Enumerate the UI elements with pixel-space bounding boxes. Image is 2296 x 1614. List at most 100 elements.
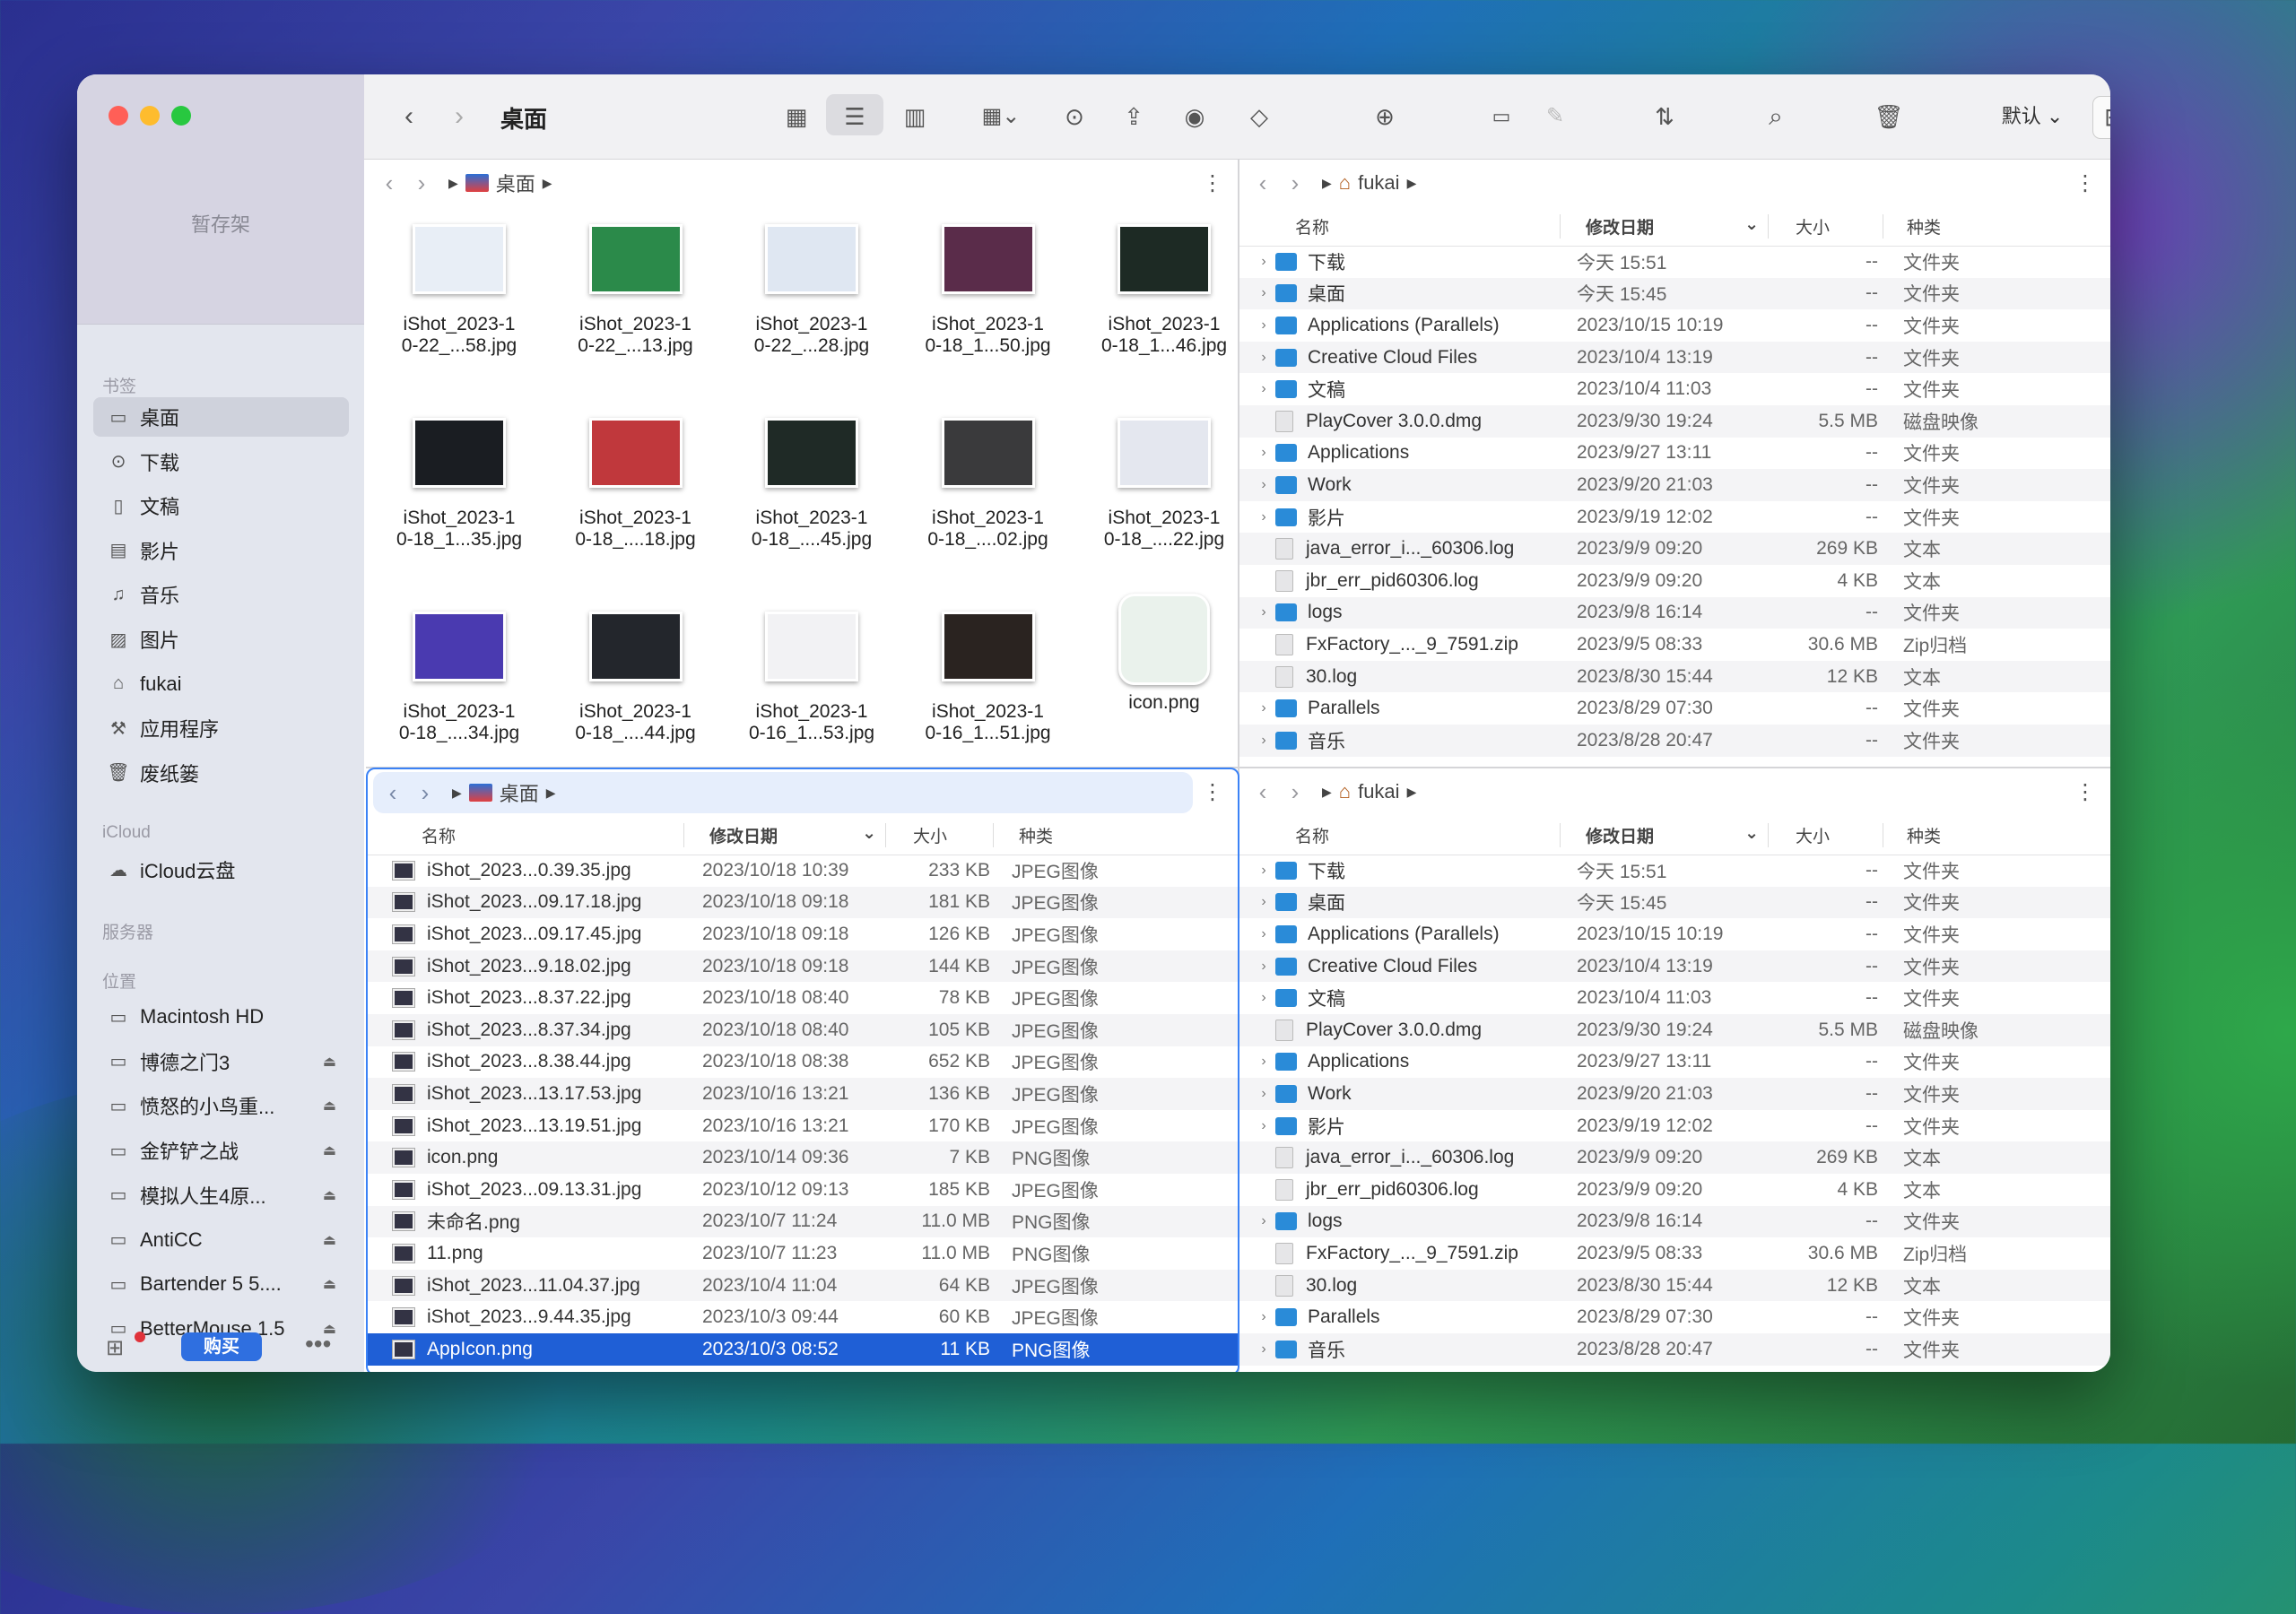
eject-icon[interactable]: ⏏ bbox=[323, 1275, 336, 1293]
table-row[interactable]: iShot_2023...11.04.37.jpg 2023/10/4 11:04… bbox=[366, 1269, 1238, 1302]
grid-file-item[interactable]: iShot_2023-1 0-22_...13.jpg bbox=[548, 224, 724, 357]
col-size[interactable]: 大小 bbox=[1769, 822, 1883, 847]
disclosure-icon[interactable]: › bbox=[1252, 1118, 1275, 1134]
pathbar-forward-icon[interactable]: › bbox=[1279, 169, 1311, 197]
eject-icon[interactable]: ⏏ bbox=[323, 1097, 336, 1115]
disclosure-icon[interactable]: › bbox=[1252, 959, 1275, 975]
group-icon[interactable]: ▦⌄ bbox=[974, 100, 1028, 134]
table-row[interactable]: › 音乐 2023/8/28 20:47 -- 文件夹 bbox=[1239, 725, 2110, 757]
close-button[interactable] bbox=[109, 106, 128, 126]
table-row[interactable]: › Parallels 2023/8/29 07:30 -- 文件夹 bbox=[1239, 1301, 2110, 1333]
table-row[interactable]: jbr_err_pid60306.log 2023/9/9 09:20 4 KB 文本 bbox=[1239, 1174, 2110, 1206]
network-icon[interactable]: ⊕ bbox=[1367, 100, 1403, 134]
table-row[interactable]: › 影片 2023/9/19 12:02 -- 文件夹 bbox=[1239, 501, 2110, 534]
disclosure-icon[interactable]: › bbox=[1252, 1341, 1275, 1358]
pathbar-label[interactable]: 桌面 bbox=[500, 778, 539, 807]
table-row[interactable]: › Work 2023/9/20 21:03 -- 文件夹 bbox=[1239, 1078, 2110, 1110]
table-row[interactable]: › 下载 今天 15:51 -- 文件夹 bbox=[1239, 855, 2110, 887]
col-size[interactable]: 大小 bbox=[1769, 213, 1883, 239]
disclosure-icon[interactable]: › bbox=[1252, 733, 1275, 749]
default-menu[interactable]: 默认 ⌄ bbox=[1996, 100, 2068, 134]
grid-icon[interactable]: ⊞ bbox=[106, 1335, 124, 1361]
table-row[interactable]: › logs 2023/9/8 16:14 -- 文件夹 bbox=[1239, 596, 2110, 629]
layout-button[interactable]: ⊞ ⇕ bbox=[2092, 96, 2110, 139]
pane-more-icon[interactable]: ⋮ bbox=[1202, 779, 1223, 805]
table-row[interactable]: AppIcon.png 2023/10/3 08:52 11 KB PNG图像 bbox=[366, 1333, 1238, 1366]
table-row[interactable]: › Applications (Parallels) 2023/10/15 10:1… bbox=[1239, 309, 2110, 342]
col-date[interactable]: 修改日期 ⌄ bbox=[684, 822, 886, 847]
table-row[interactable]: › 桌面 今天 15:45 -- 文件夹 bbox=[1239, 886, 2110, 919]
pathbar-label[interactable]: fukai bbox=[1358, 171, 1399, 195]
pathbar-forward-icon[interactable]: › bbox=[405, 169, 438, 197]
table-row[interactable]: › 桌面 今天 15:45 -- 文件夹 bbox=[1239, 277, 2110, 310]
table-row[interactable]: jbr_err_pid60306.log 2023/9/9 09:20 4 KB 文本 bbox=[1239, 565, 2110, 597]
col-kind[interactable]: 种类 bbox=[994, 823, 1053, 847]
grid-file-item[interactable]: iShot_2023-1 0-18_....44.jpg bbox=[548, 612, 724, 744]
table-row[interactable]: iShot_2023...8.38.44.jpg 2023/10/18 08:38… bbox=[366, 1046, 1238, 1079]
pane-more-icon[interactable]: ⋮ bbox=[2074, 779, 2096, 805]
pathbar-back-icon[interactable]: ‹ bbox=[373, 169, 405, 197]
table-row[interactable]: › Creative Cloud Files 2023/10/4 13:19 -- 文件… bbox=[1239, 950, 2110, 983]
pathbar-label[interactable]: fukai bbox=[1358, 780, 1399, 803]
table-row[interactable]: iShot_2023...8.37.34.jpg 2023/10/18 08:40… bbox=[366, 1014, 1238, 1046]
table-row[interactable]: › 文稿 2023/10/4 11:03 -- 文件夹 bbox=[1239, 982, 2110, 1014]
trash-icon[interactable]: 🗑 bbox=[1871, 100, 1907, 134]
table-row[interactable]: iShot_2023...9.18.02.jpg 2023/10/18 09:18… bbox=[366, 950, 1238, 983]
sidebar-item-2[interactable]: ⊙ 下载 bbox=[93, 442, 349, 482]
table-row[interactable]: iShot_2023...9.44.35.jpg 2023/10/3 09:44 6… bbox=[366, 1301, 1238, 1333]
disclosure-icon[interactable]: › bbox=[1252, 926, 1275, 942]
disclosure-icon[interactable]: › bbox=[1252, 350, 1275, 366]
table-row[interactable]: › logs 2023/9/8 16:14 -- 文件夹 bbox=[1239, 1205, 2110, 1238]
grid-file-item[interactable]: iShot_2023-1 0-22_...58.jpg bbox=[371, 224, 547, 357]
edit-icon[interactable]: ✎ bbox=[1537, 100, 1573, 134]
grid-file-item[interactable]: iShot_2023-1 0-22_...28.jpg bbox=[724, 224, 900, 357]
disclosure-icon[interactable]: › bbox=[1252, 604, 1275, 620]
grid-file-item[interactable]: iShot_2023-1 0-18_1...50.jpg bbox=[900, 224, 1076, 357]
eject-icon[interactable]: ⏏ bbox=[323, 1231, 336, 1249]
table-row[interactable]: › Applications (Parallels) 2023/10/15 10:1… bbox=[1239, 918, 2110, 950]
sidebar-item-icloud[interactable]: ☁ iCloud云盘 bbox=[93, 850, 349, 889]
table-row[interactable]: PlayCover 3.0.0.dmg 2023/9/30 19:24 5.5 MB… bbox=[1239, 1014, 2110, 1046]
col-size[interactable]: 大小 bbox=[886, 822, 994, 847]
icon-view-icon[interactable]: ▦ bbox=[778, 100, 814, 134]
table-row[interactable]: iShot_2023...0.39.35.jpg 2023/10/18 10:39… bbox=[366, 855, 1238, 887]
table-row[interactable]: icon.png 2023/10/14 09:36 7 KB PNG图像 bbox=[366, 1141, 1238, 1174]
grid-file-item[interactable]: iShot_2023-1 0-18_....02.jpg bbox=[900, 418, 1076, 551]
tag-icon[interactable]: ◇ bbox=[1241, 100, 1277, 134]
pathbar-back-icon[interactable]: ‹ bbox=[377, 779, 409, 807]
col-kind[interactable]: 种类 bbox=[1883, 214, 1941, 239]
list-view-icon[interactable]: ☰ bbox=[837, 100, 873, 134]
table-row[interactable]: iShot_2023...13.17.53.jpg 2023/10/16 13:2… bbox=[366, 1078, 1238, 1110]
search-icon[interactable]: ⌕ bbox=[1758, 100, 1794, 134]
col-date[interactable]: 修改日期 ⌄ bbox=[1561, 822, 1769, 847]
col-name[interactable]: 名称 bbox=[1239, 822, 1561, 847]
sidebar-item-1[interactable]: ▭ 桌面 bbox=[93, 397, 349, 437]
table-row[interactable]: › 影片 2023/9/19 12:02 -- 文件夹 bbox=[1239, 1110, 2110, 1142]
back-icon[interactable]: ‹ bbox=[391, 100, 427, 134]
eject-icon[interactable]: ⏏ bbox=[323, 1053, 336, 1071]
disclosure-icon[interactable]: › bbox=[1252, 1054, 1275, 1070]
col-kind[interactable]: 种类 bbox=[1883, 823, 1941, 847]
grid-file-item[interactable]: iShot_2023-1 0-16_1...53.jpg bbox=[724, 612, 900, 744]
sidebar-item-location[interactable]: ▭ 金铲铲之战 ⏏ bbox=[93, 1131, 349, 1170]
disclosure-icon[interactable]: › bbox=[1252, 1086, 1275, 1102]
disclosure-icon[interactable]: › bbox=[1252, 445, 1275, 461]
sidebar-item-6[interactable]: ▨ 图片 bbox=[93, 620, 349, 659]
table-row[interactable]: 30.log 2023/8/30 15:44 12 KB 文本 bbox=[1239, 1269, 2110, 1302]
sidebar-item-location[interactable]: ▭ 愤怒的小鸟重... ⏏ bbox=[93, 1086, 349, 1125]
sidebar-item-location[interactable]: ▭ Macintosh HD bbox=[93, 997, 349, 1037]
share-icon[interactable]: ⇪ bbox=[1116, 100, 1152, 134]
table-row[interactable]: 未命名.png 2023/10/7 11:24 11.0 MB PNG图像 bbox=[366, 1205, 1238, 1238]
column-view-icon[interactable]: ▥ bbox=[897, 100, 933, 134]
table-row[interactable]: › Applications 2023/9/27 13:11 -- 文件夹 bbox=[1239, 438, 2110, 470]
disclosure-icon[interactable]: › bbox=[1252, 894, 1275, 910]
sidebar-item-5[interactable]: ♫ 音乐 bbox=[93, 575, 349, 614]
sidebar-item-3[interactable]: ▯ 文稿 bbox=[93, 486, 349, 525]
table-row[interactable]: › Work 2023/9/20 21:03 -- 文件夹 bbox=[1239, 469, 2110, 501]
table-row[interactable]: › Creative Cloud Files 2023/10/4 13:19 -- 文件… bbox=[1239, 341, 2110, 374]
grid-file-item[interactable]: iShot_2023-1 0-18_....34.jpg bbox=[371, 612, 547, 744]
table-row[interactable]: iShot_2023...09.17.18.jpg 2023/10/18 09:1… bbox=[366, 886, 1238, 919]
table-row[interactable]: 11.png 2023/10/7 11:23 11.0 MB PNG图像 bbox=[366, 1237, 1238, 1270]
pathbar-back-icon[interactable]: ‹ bbox=[1247, 169, 1279, 197]
eject-icon[interactable]: ⏏ bbox=[323, 1186, 336, 1204]
